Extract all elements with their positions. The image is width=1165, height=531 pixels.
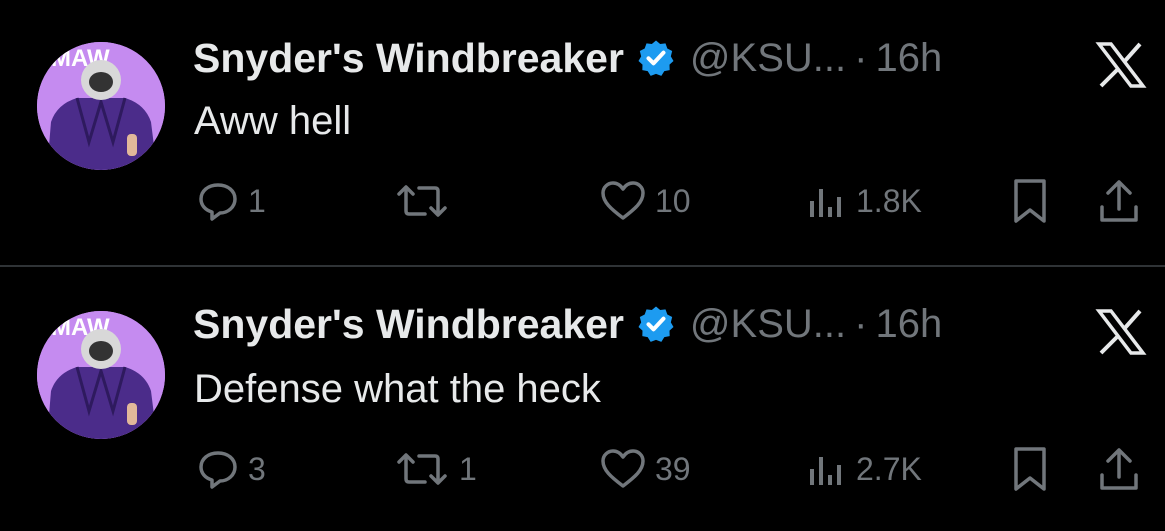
views-icon <box>810 457 841 485</box>
like-button[interactable]: 39 <box>599 443 691 495</box>
tweet[interactable]: MAW Snyder's Windbreaker @KSU... · 16h A… <box>0 0 1165 264</box>
tweet-header: Snyder's Windbreaker @KSU... · 16h <box>193 30 942 86</box>
reply-icon <box>199 183 237 221</box>
heart-icon <box>601 449 645 488</box>
views-count: 1.8K <box>856 182 922 219</box>
separator-dot: · <box>854 35 868 80</box>
author-handle[interactable]: @KSU... <box>690 36 846 81</box>
retweet-button[interactable] <box>393 175 459 227</box>
retweet-icon <box>397 453 447 485</box>
bookmark-button[interactable] <box>1010 175 1050 227</box>
separator-dot: · <box>854 301 868 346</box>
share-button[interactable] <box>1097 443 1141 495</box>
views-button[interactable]: 2.7K <box>804 443 922 495</box>
avatar[interactable]: MAW <box>37 311 165 439</box>
reply-button[interactable]: 3 <box>196 443 266 495</box>
bookmark-button[interactable] <box>1010 443 1050 495</box>
author-handle[interactable]: @KSU... <box>690 302 846 347</box>
share-button[interactable] <box>1097 175 1141 227</box>
views-icon <box>810 189 841 217</box>
views-count: 2.7K <box>856 450 922 487</box>
views-button[interactable]: 1.8K <box>804 175 922 227</box>
retweet-button[interactable]: 1 <box>393 443 477 495</box>
timestamp[interactable]: 16h <box>875 36 942 81</box>
reply-button[interactable]: 1 <box>196 175 266 227</box>
author-name[interactable]: Snyder's Windbreaker <box>193 35 624 82</box>
x-logo-icon[interactable] <box>1095 309 1147 355</box>
x-logo-icon[interactable] <box>1095 42 1147 88</box>
retweet-count: 1 <box>459 450 477 487</box>
bookmark-icon <box>1014 179 1046 223</box>
avatar[interactable]: MAW <box>37 42 165 170</box>
tweet[interactable]: MAW Snyder's Windbreaker @KSU... · 16h D… <box>0 267 1165 531</box>
author-name[interactable]: Snyder's Windbreaker <box>193 301 624 348</box>
timestamp[interactable]: 16h <box>875 302 942 347</box>
share-icon <box>1100 448 1138 490</box>
reply-count: 3 <box>248 450 266 487</box>
reply-icon <box>199 451 237 489</box>
share-icon <box>1100 180 1138 222</box>
retweet-icon <box>397 185 447 217</box>
tweet-header: Snyder's Windbreaker @KSU... · 16h <box>193 296 942 352</box>
reply-count: 1 <box>248 182 266 219</box>
tweet-text: Defense what the heck <box>194 367 601 411</box>
action-bar: 1 10 1.8K <box>0 175 1165 227</box>
like-button[interactable]: 10 <box>599 175 691 227</box>
heart-icon <box>601 181 645 220</box>
like-count: 39 <box>655 450 691 487</box>
tweet-text: Aww hell <box>194 99 352 143</box>
verified-badge-icon <box>636 38 676 78</box>
like-count: 10 <box>655 182 691 219</box>
action-bar: 3 1 39 2.7K <box>0 443 1165 495</box>
bookmark-icon <box>1014 447 1046 491</box>
verified-badge-icon <box>636 304 676 344</box>
